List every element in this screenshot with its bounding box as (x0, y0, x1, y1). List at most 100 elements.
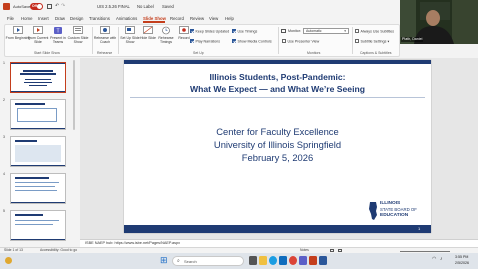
always-use-subtitles-checkbox[interactable]: Always Use Subtitles (355, 29, 394, 34)
thumbnail-number: 5 (3, 209, 5, 213)
slide-thumbnail-3[interactable] (10, 136, 66, 167)
file-explorer-icon[interactable] (259, 256, 267, 265)
slide-thumbnail-4[interactable] (10, 173, 66, 204)
word-icon[interactable] (319, 256, 327, 265)
use-timings-checkbox[interactable]: Use Timings (232, 29, 257, 34)
slide-subtitle-line-1: Center for Faculty Excellence (216, 126, 339, 137)
thumb-text-line (15, 224, 53, 225)
thumb-bottombar (11, 90, 65, 92)
monitor-label: Monitor: (288, 28, 301, 33)
zoom-slider[interactable] (400, 250, 450, 252)
thumb-text-line (25, 79, 51, 80)
record-video-icon (179, 26, 189, 34)
accessibility-status[interactable]: Accessibility: Good to go (40, 248, 77, 252)
use-timings-label: Use Timings (237, 29, 258, 34)
slide-subtitle-line-2: University of Illinois Springfield (213, 139, 342, 150)
start-slide-show-group-label: Start Slide Show (34, 51, 60, 55)
redo-icon[interactable]: ↷ (61, 3, 65, 9)
tab-animations[interactable]: Animations (116, 16, 137, 21)
group-separator (278, 27, 279, 54)
save-status: Saved (162, 4, 174, 9)
thumb-text-line (15, 190, 57, 191)
tab-transitions[interactable]: Transitions (89, 16, 110, 21)
slide-sorter-icon[interactable] (338, 249, 342, 252)
slide-page-number: 1 (418, 226, 421, 231)
outlook-icon[interactable] (279, 256, 287, 265)
tab-draw[interactable]: Draw (55, 16, 65, 21)
chevron-down-icon: ▾ (344, 28, 346, 33)
thumb-box (17, 108, 57, 122)
setup-show-icon (125, 26, 135, 34)
save-icon[interactable] (47, 4, 52, 9)
monitor-select[interactable]: Automatic ▾ (303, 28, 349, 34)
custom-slide-show-button[interactable]: Custom Slide Show (68, 26, 88, 45)
edge-icon[interactable] (269, 256, 277, 265)
task-view-icon[interactable] (249, 256, 257, 265)
slide-thumbnail-1[interactable] (10, 62, 66, 93)
participant-name: Plath, Daniel (401, 36, 424, 42)
set-up-slide-show-button[interactable]: Set Up Slide Show (120, 26, 140, 45)
checkbox-box (190, 39, 194, 43)
document-title[interactable]: UIS 2.5.26 FINAL (97, 4, 130, 9)
powerpoint-window: AutoSave Off ↶ ↷ UIS 2.5.26 FINAL No Lab… (0, 0, 478, 269)
rehearse-timings-button[interactable]: Rehearse Timings (156, 26, 176, 45)
powerpoint-logo-icon (3, 3, 10, 10)
thumb-text-line (24, 82, 52, 83)
sensitivity-label[interactable]: No Label (137, 4, 154, 9)
normal-view-icon[interactable] (330, 249, 334, 252)
play-narrations-checkbox[interactable]: Play Narrations (190, 39, 220, 44)
active-tab-indicator (143, 21, 165, 23)
thumb-topbar (11, 63, 65, 64)
weather-widget-icon[interactable] (5, 257, 12, 264)
speaker-notes-pane[interactable]: ISBE NAEP hub: https://www.isbe.net/Page… (80, 239, 478, 247)
use-presenter-view-checkbox[interactable]: Use Presenter View (282, 39, 319, 44)
monitor-icon (281, 29, 286, 33)
tab-help[interactable]: Help (225, 16, 234, 21)
speaker-notes-text: ISBE NAEP hub: https://www.isbe.net/Page… (85, 241, 181, 245)
search-placeholder: Search (184, 259, 197, 264)
undo-icon[interactable]: ↶ (55, 3, 59, 9)
tab-home[interactable]: Home (21, 16, 32, 21)
teams-icon[interactable] (299, 256, 307, 265)
chrome-icon[interactable] (289, 256, 297, 265)
subtitle-settings-dropdown[interactable]: Subtitle Settings ▾ (355, 39, 389, 44)
use-presenter-view-label: Use Presenter View (287, 39, 320, 44)
slide-thumbnail-2[interactable] (10, 99, 66, 130)
thumbnail-number: 2 (3, 98, 5, 102)
thumb-title-line (15, 103, 45, 105)
keep-slides-updated-checkbox[interactable]: Keep Slides Updated (190, 29, 229, 34)
taskbar-search-box[interactable]: ⌕ Search (172, 256, 244, 266)
slide-thumbnails-pane: 1 2 3 4 5 (0, 58, 78, 247)
slide-bottom-band: 1 (124, 225, 431, 233)
always-use-subtitles-label: Always Use Subtitles (360, 29, 395, 34)
group-separator (352, 27, 353, 54)
tab-design[interactable]: Design (70, 16, 83, 21)
tab-file[interactable]: File (7, 16, 14, 21)
thumb-text-line (29, 85, 47, 86)
thumb-text-line (15, 182, 59, 183)
windows-start-icon[interactable]: ⊞ (160, 256, 168, 265)
powerpoint-icon[interactable] (309, 256, 317, 265)
wifi-icon[interactable]: ◠ (432, 257, 436, 262)
show-media-controls-checkbox[interactable]: Show Media Controls (232, 39, 272, 44)
tab-insert[interactable]: Insert (38, 16, 49, 21)
volume-icon[interactable]: ♪ (440, 257, 443, 262)
slide-thumbnail-5[interactable] (10, 210, 66, 241)
clock-date[interactable]: 2/5/2026 (455, 261, 469, 266)
current-slide[interactable]: Illinois Students, Post-Pandemic: What W… (124, 60, 431, 233)
tab-review[interactable]: Review (190, 16, 204, 21)
clock-time[interactable]: 3:55 PM (455, 255, 468, 260)
slide-title-line-1: Illinois Students, Post-Pandemic: (209, 72, 346, 82)
thumbnail-scrollbar[interactable] (73, 60, 75, 130)
monitor-select-value: Automatic (306, 29, 322, 34)
thumb-bottombar (11, 238, 65, 240)
tab-record[interactable]: Record (170, 16, 184, 21)
thumbnail-number: 1 (3, 61, 5, 65)
thumb-bottombar (11, 201, 65, 203)
tab-view[interactable]: View (209, 16, 218, 21)
notes-toggle[interactable]: Notes (300, 248, 309, 252)
rehearse-group-label: Rehearse (97, 51, 113, 55)
teams-present-icon: T (54, 27, 62, 35)
rehearse-with-coach-button[interactable]: Rehearse with Coach (94, 26, 116, 45)
slide-divider (130, 97, 425, 98)
